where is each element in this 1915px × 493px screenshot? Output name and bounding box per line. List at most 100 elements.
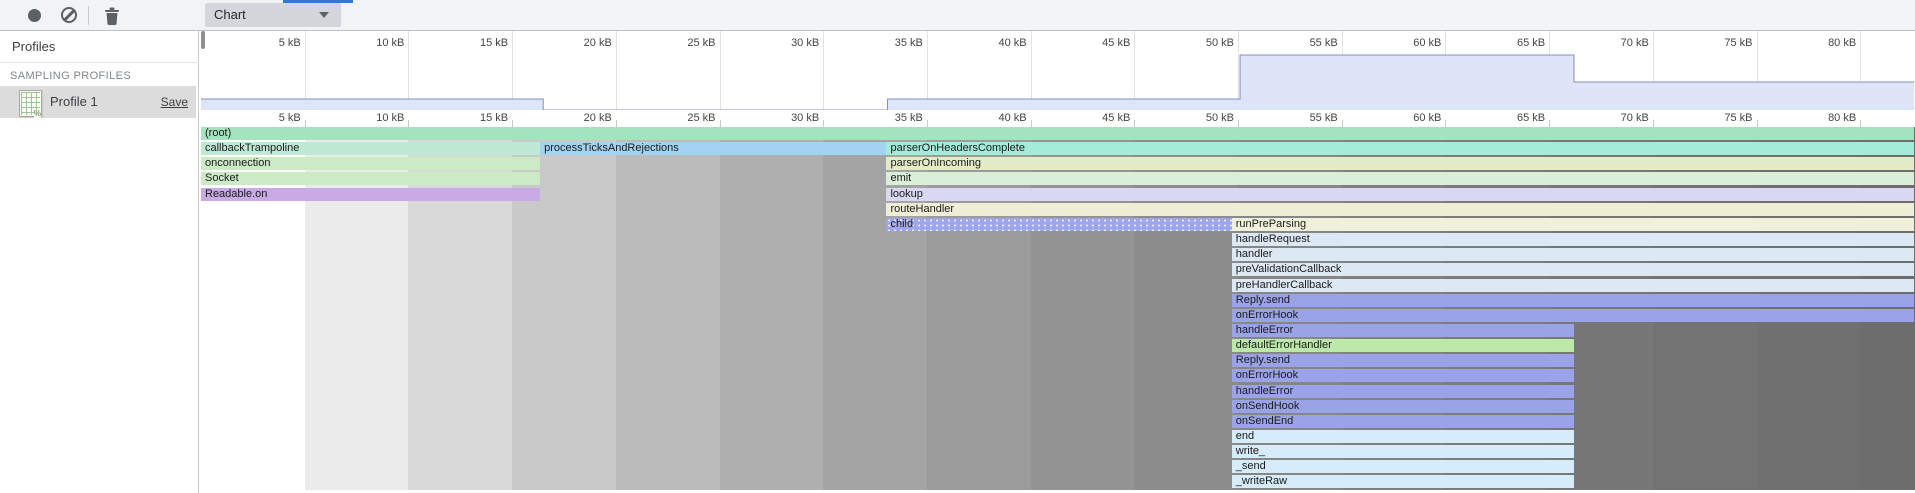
flame-bar[interactable]: runPreParsing — [1232, 218, 1914, 231]
ruler-tick — [720, 120, 721, 127]
ruler-tick-label: 60 kB — [1413, 37, 1441, 49]
allocation-flamechart: (root) callbackTrampolineprocessTicksAndR… — [200, 127, 1915, 493]
ruler-tick — [616, 120, 617, 127]
flamechart-ruler: 5 kB 10 kB 15 kB 20 kB 25 kB 30 kB 35 kB 40 kB 4… — [200, 110, 1915, 127]
toolbar: Chart — [0, 0, 1915, 31]
ruler-tick-label: 35 kB — [895, 37, 923, 49]
flame-bar[interactable]: Reply.send — [1232, 294, 1914, 307]
flame-bar[interactable]: handler — [1232, 248, 1914, 261]
ruler-tick-label: 45 kB — [1102, 37, 1130, 49]
flame-bar[interactable]: callbackTrampoline — [201, 142, 540, 155]
flame-bar[interactable]: Reply.send — [1232, 354, 1574, 367]
flame-bar[interactable]: _send — [1232, 460, 1574, 473]
flame-bar[interactable]: emit — [886, 172, 1914, 185]
memory-overview-chart[interactable] — [200, 31, 1915, 111]
ruler-tick-label: 50 kB — [1206, 112, 1234, 124]
chart-pane: 5 kB 10 kB 15 kB 20 kB 25 kB 30 kB 35 kB 40 kB 4… — [200, 31, 1915, 493]
record-icon[interactable] — [28, 9, 41, 22]
save-link[interactable]: Save — [161, 95, 188, 109]
ruler-tick-label: 5 kB — [279, 112, 301, 124]
ruler-tick-label: 55 kB — [1310, 37, 1338, 49]
ruler-tick-label: 70 kB — [1621, 37, 1649, 49]
flame-bar[interactable]: processTicksAndRejections — [540, 142, 886, 155]
ruler-tick-label: 70 kB — [1621, 112, 1649, 124]
ruler-tick-label: 20 kB — [584, 37, 612, 49]
ruler-tick-label: 25 kB — [687, 112, 715, 124]
ruler-tick — [1653, 120, 1654, 127]
ruler-tick — [512, 120, 513, 127]
ruler-tick-label: 10 kB — [376, 37, 404, 49]
flame-bar[interactable]: Readable.on — [201, 188, 540, 201]
ruler-tick — [1757, 120, 1758, 127]
flame-bar[interactable]: routeHandler — [886, 203, 1914, 216]
ruler-tick-label: 10 kB — [376, 112, 404, 124]
flame-bar[interactable]: end — [1232, 430, 1574, 443]
ruler-tick-label: 50 kB — [1206, 37, 1234, 49]
flame-bar[interactable]: write_ — [1232, 445, 1574, 458]
ruler-tick-label: 20 kB — [584, 112, 612, 124]
profile-name: Profile 1 — [50, 94, 98, 109]
flame-bar[interactable]: parserOnIncoming — [886, 157, 1914, 170]
ruler-tick — [1549, 120, 1550, 127]
profile-list-item[interactable]: % Profile 1 Save — [0, 86, 196, 118]
flame-bar[interactable]: defaultErrorHandler — [1232, 339, 1574, 352]
ruler-tick-label: 80 kB — [1828, 112, 1856, 124]
ruler-tick-label: 15 kB — [480, 37, 508, 49]
ruler-tick — [1238, 120, 1239, 127]
ruler-tick — [1445, 120, 1446, 127]
chevron-down-icon — [319, 12, 329, 18]
ruler-tick-label: 55 kB — [1310, 112, 1338, 124]
ruler-tick-label: 40 kB — [998, 37, 1026, 49]
ruler-tick-label: 65 kB — [1517, 37, 1545, 49]
devtools-profiler-window: Chart Profiles SAMPLING PROFILES % Profi… — [0, 0, 1915, 493]
toolbar-divider — [88, 6, 89, 25]
ruler-tick-label: 45 kB — [1102, 112, 1130, 124]
ruler-tick — [1134, 120, 1135, 127]
flame-bar[interactable]: _writeRaw — [1232, 475, 1574, 488]
ruler-tick — [305, 120, 306, 127]
flame-bar[interactable]: handleError — [1232, 324, 1574, 337]
flame-bar[interactable]: onErrorHook — [1232, 369, 1574, 382]
ruler-tick — [1860, 120, 1861, 127]
vertical-scrollbar-thumb[interactable] — [201, 31, 205, 49]
ruler-tick-label: 80 kB — [1828, 37, 1856, 49]
sidebar-title: Profiles — [12, 39, 55, 54]
flame-bar[interactable]: handleError — [1232, 385, 1574, 398]
flame-bar[interactable]: onSendHook — [1232, 400, 1574, 413]
ruler-tick-label: 60 kB — [1413, 112, 1441, 124]
flame-bar[interactable]: preValidationCallback — [1232, 263, 1914, 276]
flame-bar[interactable]: handleRequest — [1232, 233, 1914, 246]
flame-bar[interactable]: onErrorHook — [1232, 309, 1914, 322]
ruler-tick-label: 40 kB — [998, 112, 1026, 124]
flame-bar[interactable]: (root) — [201, 127, 1914, 140]
ruler-tick-label: 75 kB — [1724, 37, 1752, 49]
ruler-tick-label: 35 kB — [895, 112, 923, 124]
heap-profile-icon: % — [19, 90, 42, 117]
trash-icon-glyph — [104, 6, 120, 25]
clear-icon[interactable] — [61, 7, 77, 23]
flame-bar[interactable]: child — [886, 218, 1231, 231]
view-mode-select-value: Chart — [214, 7, 246, 22]
ruler-tick — [927, 120, 928, 127]
flame-bar[interactable]: parserOnHeadersComplete — [886, 142, 1914, 155]
ruler-tick — [823, 120, 824, 127]
flame-bar[interactable]: onSendEnd — [1232, 415, 1574, 428]
flame-bar[interactable]: onconnection — [201, 157, 540, 170]
ruler-tick — [1342, 120, 1343, 127]
ruler-tick-label: 30 kB — [791, 112, 819, 124]
flame-bar[interactable]: preHandlerCallback — [1232, 279, 1914, 292]
trash-icon[interactable] — [104, 6, 120, 25]
flame-bar[interactable]: lookup — [886, 188, 1914, 201]
view-mode-select[interactable]: Chart — [205, 3, 341, 27]
sidebar-separator — [0, 62, 199, 63]
ruler-tick-label: 30 kB — [791, 37, 819, 49]
ruler-tick-label: 15 kB — [480, 112, 508, 124]
sidebar: Profiles SAMPLING PROFILES % Profile 1 S… — [0, 31, 199, 493]
ruler-tick-label: 75 kB — [1724, 112, 1752, 124]
flame-bar[interactable]: Socket — [201, 172, 540, 185]
ruler-tick-label: 5 kB — [279, 37, 301, 49]
ruler-tick — [1031, 120, 1032, 127]
sampling-profiles-header: SAMPLING PROFILES — [10, 70, 131, 82]
ruler-tick — [408, 120, 409, 127]
ruler-tick-label: 65 kB — [1517, 112, 1545, 124]
